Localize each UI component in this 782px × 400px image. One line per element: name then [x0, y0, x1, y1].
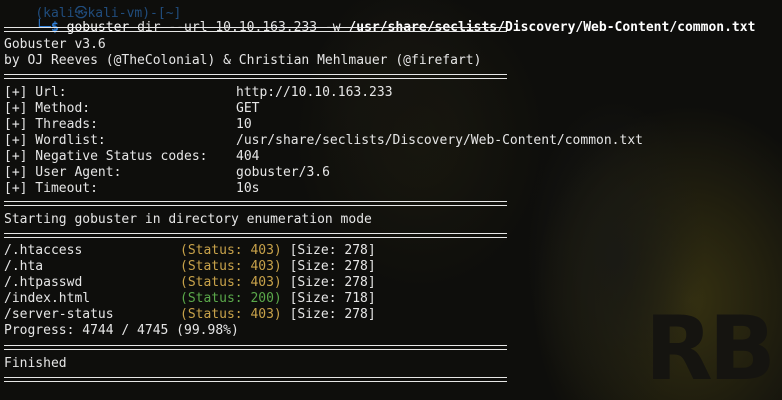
separator — [4, 27, 507, 32]
separator — [4, 201, 507, 206]
result-row: /.hta (Status: 403) [Size: 278] — [4, 259, 376, 275]
banner-authors: by OJ Reeves (@TheColonial) & Christian … — [4, 53, 482, 68]
terminal-output[interactable]: (kali㉿kali-vm)-[~] └─$ gobuster dir --ur… — [4, 0, 782, 400]
result-status: (Status: 403) — [180, 259, 282, 274]
progress-text: Progress: 4744 / 4745 (99.98%) — [4, 323, 239, 338]
separator — [4, 345, 507, 350]
result-status: (Status: 403) — [180, 275, 282, 290]
config-row: [+] Negative Status codes: 404 — [4, 149, 259, 165]
result-path: /.hta — [4, 259, 44, 274]
config-key: [+] Wordlist: — [4, 133, 106, 148]
config-row: [+] Threads: 10 — [4, 117, 252, 133]
separator — [4, 74, 507, 79]
config-key: [+] User Agent: — [4, 165, 122, 180]
config-key: [+] Url: — [4, 85, 67, 100]
result-path: /index.html — [4, 291, 91, 306]
config-value: 404 — [236, 149, 260, 164]
config-value: GET — [236, 101, 260, 116]
config-key: [+] Negative Status codes: — [4, 149, 208, 164]
config-key: [+] Threads: — [4, 117, 98, 132]
result-status: (Status: 403) — [180, 307, 282, 322]
result-path: /.htaccess — [4, 243, 83, 258]
config-row: [+] User Agent: gobuster/3.6 — [4, 165, 330, 181]
separator — [4, 377, 507, 382]
config-row: [+] Wordlist: /usr/share/seclists/Discove… — [4, 133, 643, 149]
result-size: [Size: 278] — [289, 243, 376, 258]
config-value: 10 — [236, 117, 252, 132]
finished-text: Finished — [4, 356, 67, 371]
config-value: 10s — [236, 181, 260, 196]
result-status: (Status: 200) — [180, 291, 282, 306]
config-row: [+] Url: http://10.10.163.233 — [4, 85, 393, 101]
command-line: └─$ gobuster dir --url 10.10.163.233 -w … — [4, 4, 755, 35]
result-size: [Size: 278] — [289, 275, 376, 290]
start-message: Starting gobuster in directory enumerati… — [4, 212, 372, 227]
result-path: /.htpasswd — [4, 275, 83, 290]
result-row: /server-status (Status: 403) [Size: 278] — [4, 307, 376, 323]
result-row: /.htaccess (Status: 403) [Size: 278] — [4, 243, 376, 259]
separator — [4, 233, 507, 238]
config-value: http://10.10.163.233 — [236, 85, 393, 100]
config-key: [+] Timeout: — [4, 181, 98, 196]
config-key: [+] Method: — [4, 101, 91, 116]
result-row: /index.html (Status: 200) [Size: 718] — [4, 291, 376, 307]
config-value: gobuster/3.6 — [236, 165, 330, 180]
result-size: [Size: 278] — [289, 259, 376, 274]
result-row: /.htpasswd (Status: 403) [Size: 278] — [4, 275, 376, 291]
result-size: [Size: 718] — [289, 291, 376, 306]
config-row: [+] Timeout: 10s — [4, 181, 259, 197]
result-size: [Size: 278] — [289, 307, 376, 322]
result-status: (Status: 403) — [180, 243, 282, 258]
config-row: [+] Method: GET — [4, 101, 259, 117]
result-path: /server-status — [4, 307, 114, 322]
config-value: /usr/share/seclists/Discovery/Web-Conten… — [236, 133, 643, 148]
banner-version: Gobuster v3.6 — [4, 37, 106, 52]
